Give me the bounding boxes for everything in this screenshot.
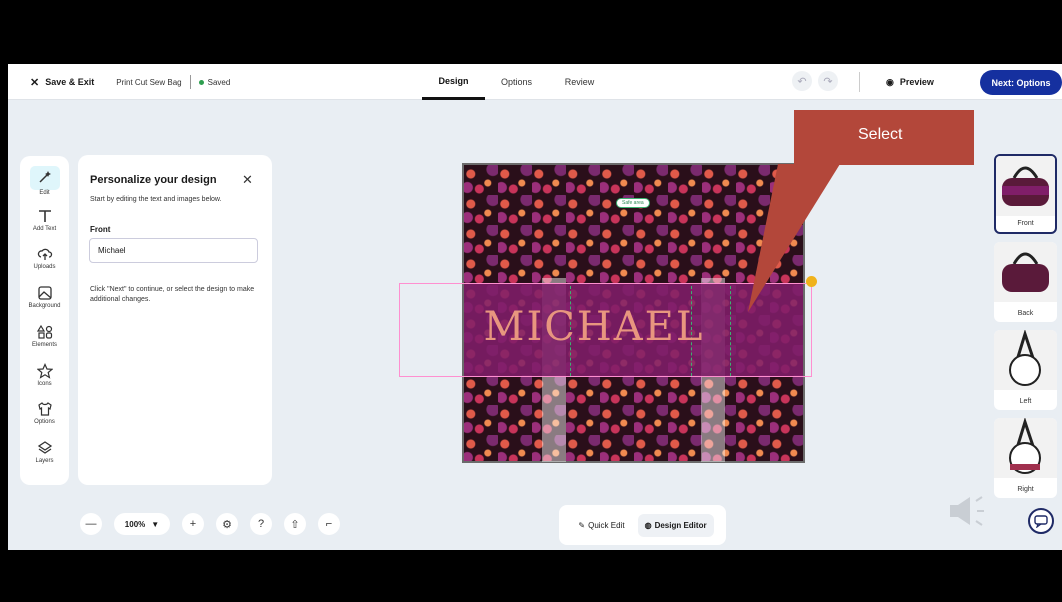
tool-uploads[interactable]: Uploads <box>20 246 69 270</box>
preview-button[interactable]: ◉ Preview <box>886 64 934 100</box>
save-exit-button[interactable]: ✕ Save & Exit <box>30 76 94 89</box>
tool-layers[interactable]: Layers <box>20 440 69 464</box>
top-bar: ✕ Save & Exit Print Cut Sew Bag Saved De… <box>8 64 1062 100</box>
panel-title: Personalize your design <box>90 174 217 186</box>
help-icon[interactable]: ? <box>250 513 272 535</box>
panel-hint: Click "Next" to continue, or select the … <box>90 286 255 303</box>
view-label: Back <box>1017 310 1034 317</box>
close-icon[interactable]: ✕ <box>242 172 253 188</box>
undo-icon[interactable]: ↶ <box>792 71 812 91</box>
divider <box>859 72 860 92</box>
edit-mode-switch: ✎ Quick Edit ◍ Design Editor <box>559 505 726 545</box>
step-tabs: Design Options Review <box>422 64 611 100</box>
personalize-panel: Personalize your design ✕ Start by editi… <box>78 155 272 485</box>
select-callout: Select <box>794 110 974 165</box>
zoom-out-icon[interactable]: — <box>80 513 102 535</box>
callout-label: Select <box>858 126 903 143</box>
tool-options[interactable]: Options <box>20 401 69 425</box>
bottom-toolbar: — 100% ▼ + ⚙ ? ⇧ ⌐ <box>80 511 340 537</box>
tool-elements[interactable]: Elements <box>20 324 69 348</box>
view-right[interactable]: Right <box>994 418 1057 498</box>
quick-edit-label: Quick Edit <box>588 520 625 530</box>
tool-label: Background <box>28 303 61 309</box>
tool-label: Options <box>34 419 55 425</box>
divider <box>189 75 191 89</box>
tool-label: Uploads <box>33 264 56 270</box>
next-options-button[interactable]: Next: Options <box>980 70 1062 95</box>
shirt-icon <box>37 402 52 416</box>
preview-label: Preview <box>899 77 934 87</box>
tool-label: Edit <box>39 190 50 196</box>
front-field-label: Front <box>90 225 111 234</box>
close-icon: ✕ <box>30 76 40 89</box>
caret-down-icon: ▼ <box>151 519 160 529</box>
tool-background[interactable]: Background <box>20 285 69 309</box>
tool-add-text[interactable]: Add Text <box>20 208 69 232</box>
save-exit-label: Save & Exit <box>45 77 95 87</box>
status-dot-icon <box>198 79 204 85</box>
view-label: Front <box>1017 220 1034 227</box>
cloud-upload-icon <box>37 248 52 260</box>
view-left[interactable]: Left <box>994 330 1057 410</box>
bag-left-image <box>994 330 1057 390</box>
safe-area-badge: Safe area <box>616 198 650 208</box>
tool-edit[interactable]: Edit <box>20 166 69 196</box>
tab-review[interactable]: Review <box>548 64 611 100</box>
quick-edit-button[interactable]: ✎ Quick Edit <box>571 514 631 537</box>
chat-icon[interactable] <box>1028 508 1054 534</box>
tool-label: Layers <box>35 458 54 464</box>
zoom-in-icon[interactable]: + <box>182 513 204 535</box>
view-back[interactable]: Back <box>994 242 1057 322</box>
settings-icon[interactable]: ⚙ <box>216 513 238 535</box>
panel-subtitle: Start by editing the text and images bel… <box>90 196 222 203</box>
design-editor-button[interactable]: ◍ Design Editor <box>637 513 714 537</box>
redo-icon[interactable]: ↷ <box>818 71 838 91</box>
tool-icons[interactable]: Icons <box>20 363 69 387</box>
left-toolbar: Edit Add Text Uploads Background Element… <box>20 156 69 485</box>
share-icon[interactable]: ⇧ <box>284 513 306 535</box>
image-icon <box>37 286 52 300</box>
crop-icon[interactable]: ⌐ <box>318 513 340 535</box>
bag-right-image <box>994 418 1057 478</box>
speaker-icon[interactable] <box>946 491 996 531</box>
view-label: Left <box>1019 398 1032 405</box>
tool-label: Icons <box>37 381 52 387</box>
bag-back-image <box>994 242 1057 302</box>
eye-icon: ◉ <box>886 76 894 87</box>
editor-window: ✕ Save & Exit Print Cut Sew Bag Saved De… <box>8 64 1062 550</box>
document-name: Print Cut Sew Bag <box>116 77 182 87</box>
zoom-value: 100% <box>124 519 146 529</box>
front-text-input[interactable]: Michael <box>89 238 258 263</box>
tab-options[interactable]: Options <box>485 64 548 100</box>
magic-wand-icon <box>29 166 60 190</box>
star-icon <box>36 363 53 379</box>
layers-icon <box>37 441 52 454</box>
save-status-label: Saved <box>207 77 231 87</box>
palette-icon: ◍ <box>644 520 652 530</box>
top-left-group: ✕ Save & Exit Print Cut Sew Bag Saved <box>30 64 230 100</box>
shapes-icon <box>36 324 52 339</box>
bag-front-image <box>996 156 1055 216</box>
undo-redo-group: ↶ ↷ <box>792 71 838 91</box>
design-editor-label: Design Editor <box>654 520 707 530</box>
tool-label: Elements <box>31 342 57 348</box>
tool-label: Add Text <box>32 226 57 232</box>
tab-design[interactable]: Design <box>422 64 485 100</box>
zoom-select[interactable]: 100% ▼ <box>114 513 170 535</box>
view-label: Right <box>1017 486 1034 493</box>
text-icon <box>38 210 51 222</box>
view-front[interactable]: Front <box>994 154 1057 234</box>
callout-pointer <box>748 164 840 312</box>
save-status: Saved <box>198 77 231 87</box>
wand-icon: ✎ <box>578 520 586 530</box>
